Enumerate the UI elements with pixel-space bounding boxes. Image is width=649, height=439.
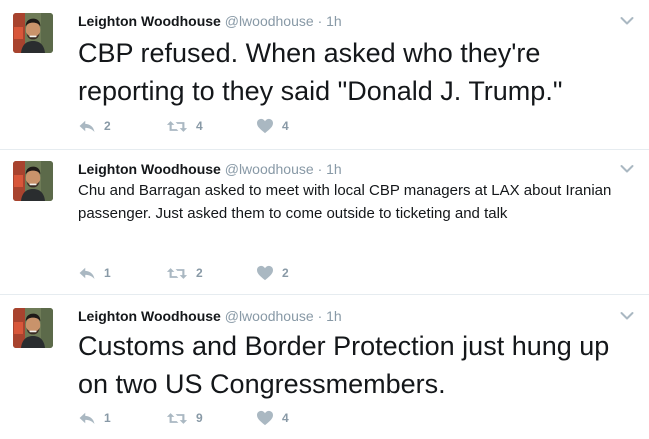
heart-icon xyxy=(256,410,274,426)
reply-icon xyxy=(78,266,96,280)
tweet[interactable]: Leighton Woodhouse @lwoodhouse · 1h Chu … xyxy=(0,150,649,295)
like-button[interactable]: 2 xyxy=(256,265,289,281)
tweet-text: Customs and Border Protection just hung … xyxy=(78,331,610,399)
retweet-button[interactable]: 9 xyxy=(166,411,256,426)
reply-count: 1 xyxy=(104,266,111,280)
author-handle[interactable]: @lwoodhouse xyxy=(225,308,314,324)
chevron-down-icon[interactable] xyxy=(620,164,634,174)
tweet-actions: 1 9 4 xyxy=(78,408,289,428)
reply-count: 1 xyxy=(104,411,111,425)
chevron-down-icon[interactable] xyxy=(620,16,634,26)
retweet-count: 2 xyxy=(196,266,203,280)
like-count: 4 xyxy=(282,411,289,425)
retweet-count: 9 xyxy=(196,411,203,425)
heart-icon xyxy=(256,118,274,134)
tweet-actions: 2 4 4 xyxy=(78,116,289,136)
tweet-header: Leighton Woodhouse @lwoodhouse · 1h xyxy=(78,307,342,325)
reply-button[interactable]: 2 xyxy=(78,119,166,133)
heart-icon xyxy=(256,265,274,281)
tweet[interactable]: Leighton Woodhouse @lwoodhouse · 1h Cust… xyxy=(0,295,649,439)
like-button[interactable]: 4 xyxy=(256,410,289,426)
retweet-icon xyxy=(166,266,188,281)
tweet-header: Leighton Woodhouse @lwoodhouse · 1h xyxy=(78,160,342,178)
retweet-count: 4 xyxy=(196,119,203,133)
avatar[interactable] xyxy=(13,161,53,201)
separator-dot: · xyxy=(317,308,323,324)
timestamp[interactable]: 1h xyxy=(326,161,342,177)
reply-button[interactable]: 1 xyxy=(78,266,166,280)
author-name[interactable]: Leighton Woodhouse xyxy=(78,161,221,177)
reply-count: 2 xyxy=(104,119,111,133)
reply-icon xyxy=(78,411,96,425)
tweet-header: Leighton Woodhouse @lwoodhouse · 1h xyxy=(78,12,342,30)
like-count: 4 xyxy=(282,119,289,133)
timestamp[interactable]: 1h xyxy=(326,13,342,29)
author-name[interactable]: Leighton Woodhouse xyxy=(78,13,221,29)
timestamp[interactable]: 1h xyxy=(326,308,342,324)
author-name[interactable]: Leighton Woodhouse xyxy=(78,308,221,324)
like-button[interactable]: 4 xyxy=(256,118,289,134)
avatar[interactable] xyxy=(13,13,53,53)
avatar[interactable] xyxy=(13,308,53,348)
separator-dot: · xyxy=(317,13,323,29)
separator-dot: · xyxy=(317,161,323,177)
author-handle[interactable]: @lwoodhouse xyxy=(225,13,314,29)
tweet-text: CBP refused. When asked who they're repo… xyxy=(78,38,563,106)
retweet-button[interactable]: 4 xyxy=(166,119,256,134)
reply-button[interactable]: 1 xyxy=(78,411,166,425)
retweet-button[interactable]: 2 xyxy=(166,266,256,281)
tweet-text: Chu and Barragan asked to meet with loca… xyxy=(78,182,612,222)
author-handle[interactable]: @lwoodhouse xyxy=(225,161,314,177)
retweet-icon xyxy=(166,119,188,134)
tweet[interactable]: Leighton Woodhouse @lwoodhouse · 1h CBP … xyxy=(0,0,649,150)
tweet-actions: 1 2 2 xyxy=(78,263,289,283)
chevron-down-icon[interactable] xyxy=(620,311,634,321)
like-count: 2 xyxy=(282,266,289,280)
retweet-icon xyxy=(166,411,188,426)
reply-icon xyxy=(78,119,96,133)
